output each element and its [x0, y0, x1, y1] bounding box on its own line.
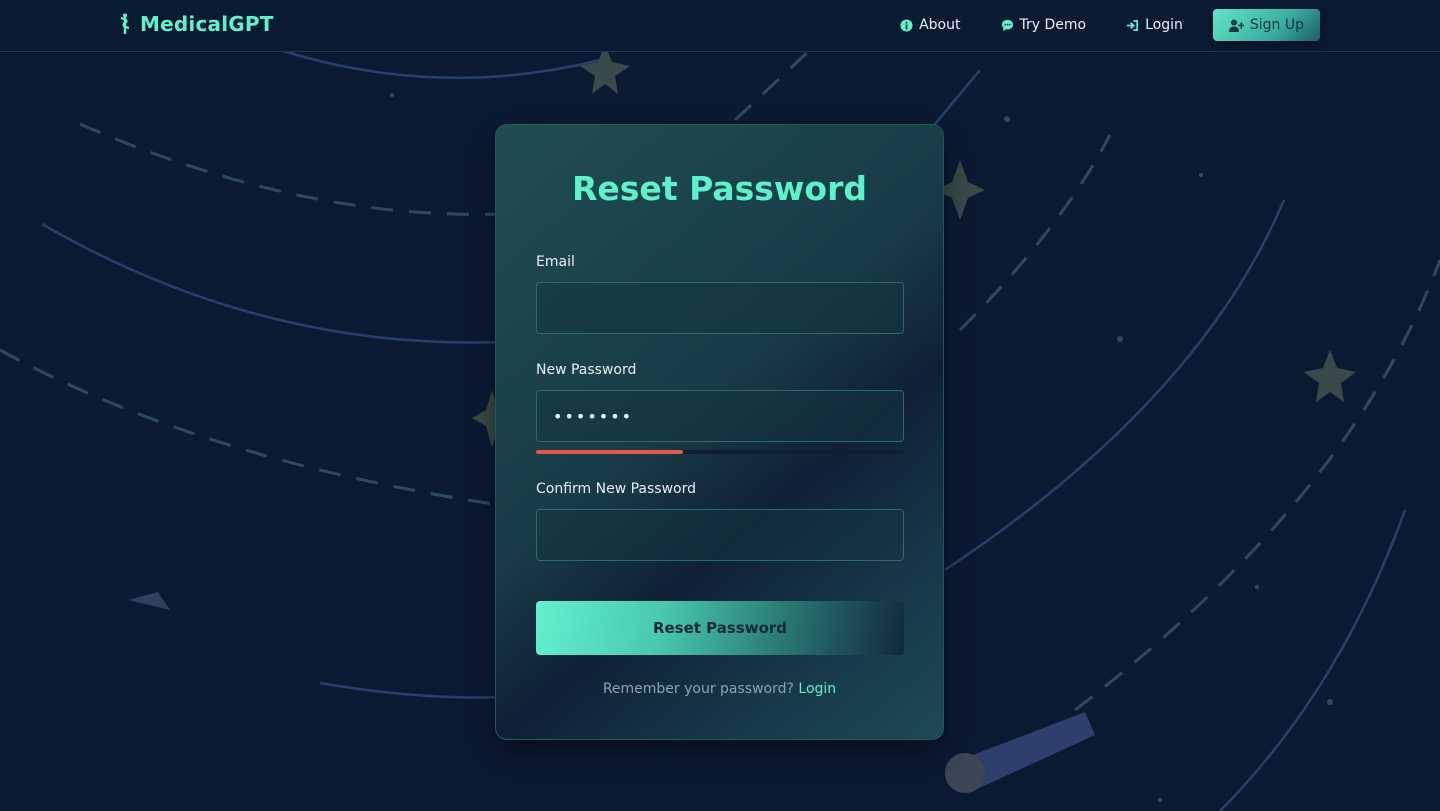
brand-name: MedicalGPT: [140, 12, 274, 36]
remember-text: Remember your password?: [602, 681, 794, 697]
star-shape: [1304, 350, 1356, 402]
paper-plane-shape: [128, 592, 170, 610]
info-icon: [900, 18, 913, 32]
comet-head: [945, 753, 985, 793]
new-password-label: New Password: [536, 362, 637, 378]
nav-links: About Try Demo Login Sign Up: [880, 9, 1320, 41]
orbit-line: [279, 48, 601, 79]
nav-link-try-demo[interactable]: Try Demo: [981, 9, 1107, 41]
new-password-field[interactable]: [536, 390, 904, 442]
orbit-line: [319, 681, 501, 699]
page-title: Reset Password: [572, 169, 867, 208]
dashed-orbit: [0, 348, 501, 507]
dashed-orbit: [79, 122, 501, 216]
signup-button[interactable]: Sign Up: [1212, 9, 1320, 41]
nav-link-label: About: [919, 17, 961, 33]
nav-link-login[interactable]: Login: [1106, 9, 1203, 41]
user-plus-icon: [1228, 19, 1244, 32]
reset-password-button[interactable]: Reset Password: [536, 601, 904, 655]
reset-password-card: Reset Password Email New Password Confir…: [495, 124, 944, 740]
dashed-orbit: [958, 134, 1112, 332]
navbar: MedicalGPT About Try Demo Login Sign Up: [0, 0, 1440, 52]
orbit-line: [929, 69, 981, 131]
brand[interactable]: MedicalGPT: [118, 12, 274, 36]
confirm-password-label: Confirm New Password: [536, 481, 697, 497]
nav-link-label: Login: [1145, 17, 1183, 33]
chat-icon: [1001, 19, 1013, 31]
star-shape: [580, 45, 630, 94]
signup-label: Sign Up: [1249, 17, 1304, 33]
nav-link-label: Try Demo: [1019, 17, 1087, 33]
password-strength-meter: [536, 450, 904, 454]
password-strength-fill: [536, 450, 684, 454]
email-label: Email: [536, 254, 575, 270]
caduceus-icon: [120, 13, 130, 34]
email-field[interactable]: [536, 282, 904, 334]
nav-link-about[interactable]: About: [880, 9, 980, 41]
confirm-password-field[interactable]: [536, 509, 904, 561]
dashed-orbit: [733, 48, 812, 122]
login-link[interactable]: Login: [798, 681, 836, 697]
orbit-line: [41, 222, 501, 344]
dashed-orbit: [1074, 259, 1440, 712]
login-icon: [1127, 19, 1139, 31]
remember-password-line: Remember your password? Login: [496, 681, 943, 697]
orbit-line: [944, 199, 1286, 572]
